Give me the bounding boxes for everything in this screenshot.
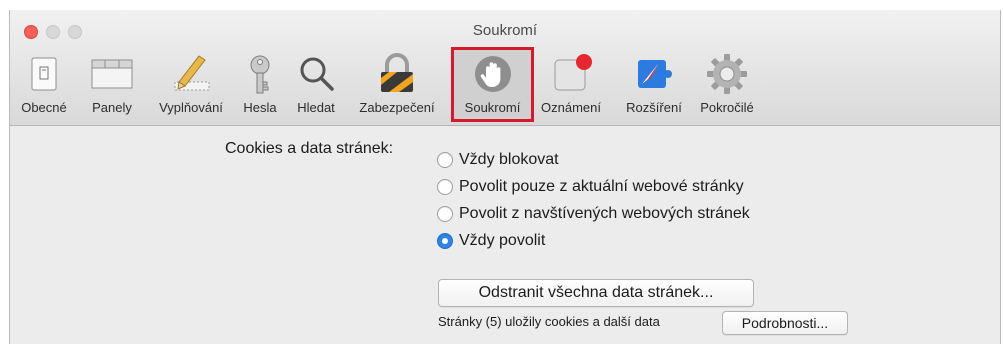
notification-badge-icon [554, 54, 592, 91]
radio-current-site-only[interactable]: Povolit pouze z aktuální webové stránky [437, 176, 744, 198]
toolbar-item-extensions[interactable]: Rozšíření [618, 48, 690, 120]
cookies-label: Cookies a data stránek: [225, 140, 394, 157]
radio-visited-sites[interactable]: Povolit z navštívených webových stránek [437, 203, 750, 225]
toolbar-item-security[interactable]: Zabezpečení [348, 48, 446, 120]
cookies-status-text: Stránky (5) uložily cookies a další data [438, 314, 660, 329]
radio-always-block[interactable]: Vždy blokovat [437, 149, 559, 171]
radio-button-selected[interactable] [437, 233, 453, 249]
radio-button[interactable] [437, 179, 453, 195]
magnifier-icon [300, 57, 334, 91]
selection-highlight-box [451, 47, 534, 122]
radio-always-allow[interactable]: Vždy povolit [437, 230, 545, 252]
toolbar-item-autofill[interactable]: Vyplňování [148, 48, 234, 120]
toolbar-item-general[interactable]: Obecné [14, 48, 74, 120]
window-title: Soukromí [472, 22, 538, 39]
padlock-icon [381, 53, 413, 92]
key-icon [250, 55, 270, 94]
toolbar-item-advanced[interactable]: Pokročilé [692, 48, 762, 120]
gear-icon [707, 54, 747, 94]
toolbar-item-search[interactable]: Hledat [288, 48, 344, 120]
pencil-ruler-icon [174, 55, 210, 91]
puzzle-compass-icon [638, 60, 672, 88]
tabs-icon [91, 59, 133, 89]
general-switch-icon [31, 57, 57, 91]
radio-button[interactable] [437, 152, 453, 168]
remove-all-website-data-button[interactable]: Odstranit všechna data stránek... [438, 279, 754, 307]
titlebar-toolbar: Soukromí Obecné Panely Vyplňování Hesla … [10, 10, 1000, 126]
radio-button[interactable] [437, 206, 453, 222]
details-button[interactable]: Podrobnosti... [722, 311, 848, 335]
toolbar-item-passwords[interactable]: Hesla [236, 48, 284, 120]
toolbar-item-notifications[interactable]: Oznámení [534, 48, 608, 120]
toolbar-item-tabs[interactable]: Panely [78, 48, 146, 120]
